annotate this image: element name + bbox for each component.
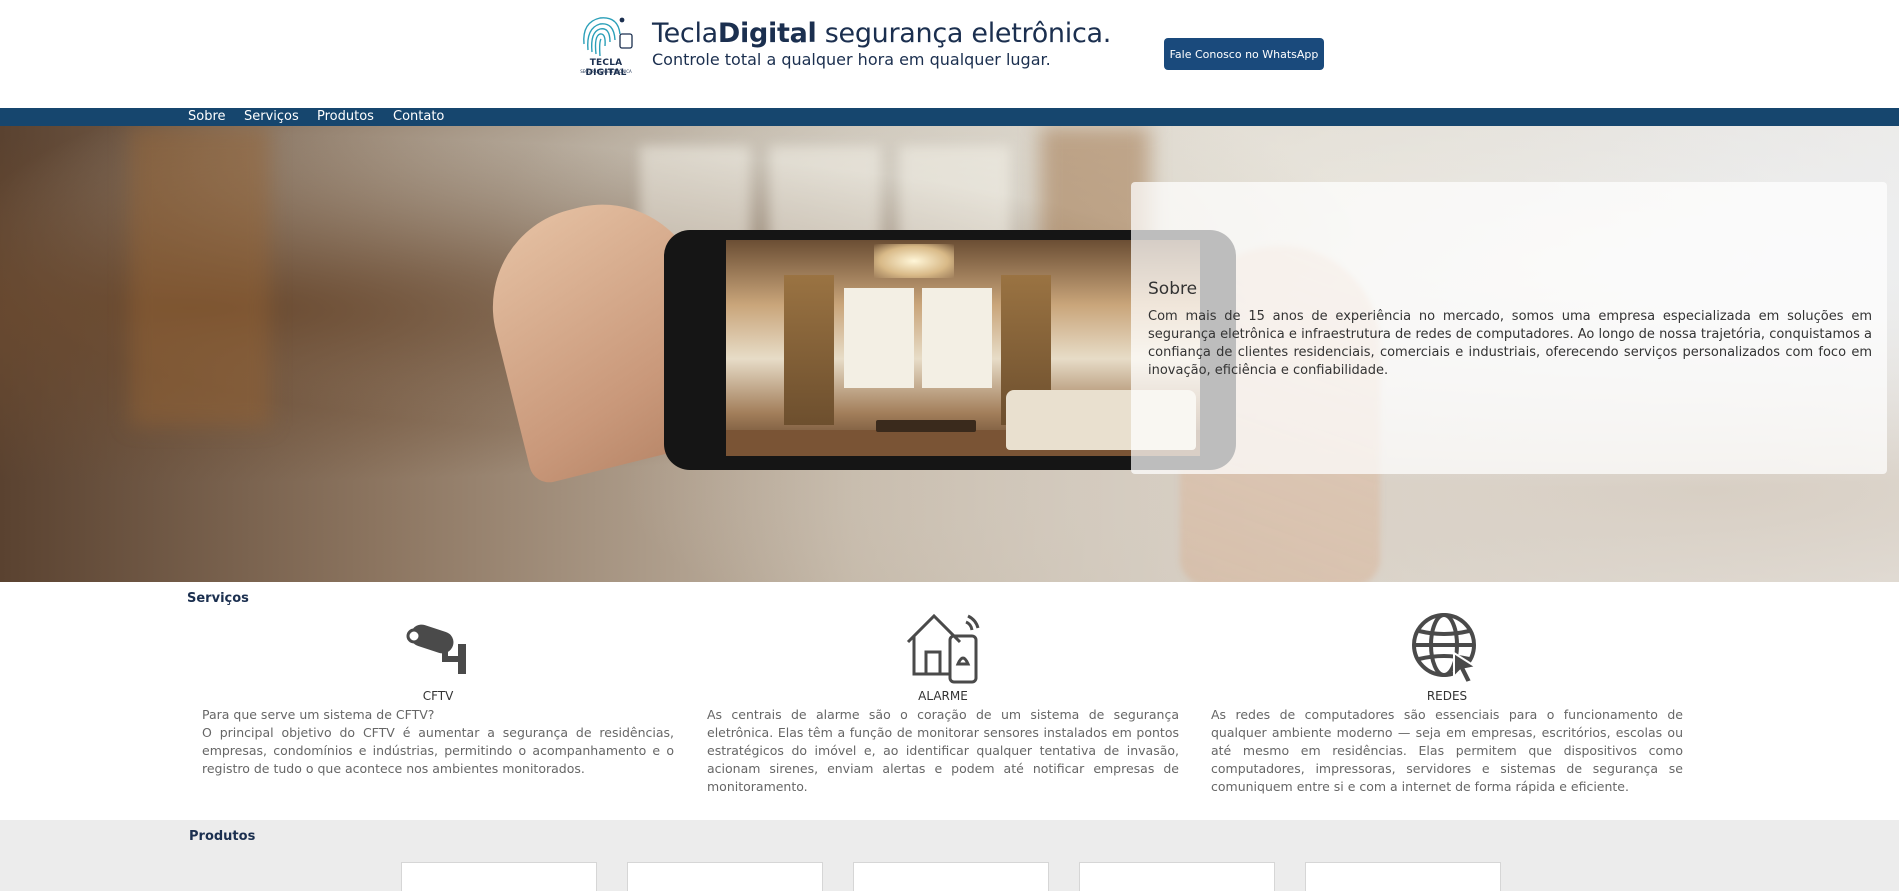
product-card[interactable] xyxy=(401,862,597,891)
service-text-redes: As redes de computadores são essenciais … xyxy=(1211,707,1683,794)
product-card[interactable] xyxy=(853,862,1049,891)
service-name-redes: REDES xyxy=(1426,689,1468,703)
phone-screen-livingroom xyxy=(726,240,1200,456)
hero-curtain-shape xyxy=(130,126,270,426)
screen-table-shape xyxy=(876,420,976,432)
brand-title-part2: Digital xyxy=(717,18,817,49)
screen-chandelier-shape xyxy=(874,244,954,278)
cctv-camera-icon xyxy=(406,624,466,674)
whatsapp-contact-button[interactable]: Fale Conosco no WhatsApp xyxy=(1164,38,1324,70)
brand-title-part3: segurança eletrônica. xyxy=(816,18,1112,49)
brand-title: TeclaDigital segurança eletrônica. xyxy=(652,18,1111,49)
site-header: TECLA DIGITAL SEGURANÇA ELETRÔNICA Tecla… xyxy=(0,0,1899,108)
nav-item-servicos[interactable]: Serviços xyxy=(244,108,299,126)
home-alarm-icon xyxy=(906,613,980,684)
nav-item-contato[interactable]: Contato xyxy=(393,108,444,126)
sobre-text: Com mais de 15 anos de experiência no me… xyxy=(1148,309,1872,378)
screen-window-shape xyxy=(844,288,914,388)
servicos-title: Serviços xyxy=(187,591,249,606)
screen-window-shape xyxy=(922,288,992,388)
main-nav: Sobre Serviços Produtos Contato xyxy=(0,108,1899,126)
service-text-alarme: As centrais de alarme são o coração de u… xyxy=(707,707,1179,794)
brand-tagline: Controle total a qualquer hora em qualqu… xyxy=(652,50,1051,69)
sobre-title: Sobre xyxy=(1148,279,1198,299)
nav-item-produtos[interactable]: Produtos xyxy=(317,108,374,126)
globe-network-icon xyxy=(1412,613,1479,685)
produtos-title: Produtos xyxy=(189,829,256,844)
product-card[interactable] xyxy=(1079,862,1275,891)
brand-title-part1: Tecla xyxy=(652,18,718,49)
product-card[interactable] xyxy=(1305,862,1501,891)
service-text-cftv: Para que serve um sistema de CFTV? O pri… xyxy=(202,707,674,776)
logo-wordmark: TECLA DIGITAL xyxy=(585,58,627,78)
service-name-alarme: ALARME xyxy=(918,689,968,703)
logo-subtitle: SEGURANÇA ELETRÔNICA xyxy=(580,69,632,74)
nav-item-sobre[interactable]: Sobre xyxy=(188,108,226,126)
screen-curtain-shape xyxy=(784,275,834,425)
product-card[interactable] xyxy=(627,862,823,891)
service-name-cftv: CFTV xyxy=(422,689,454,703)
